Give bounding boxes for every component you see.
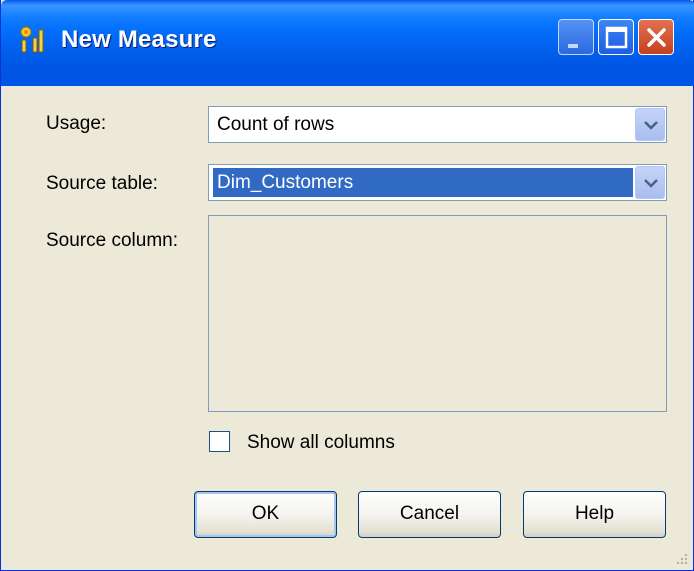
source-table-dropdown-button[interactable] bbox=[635, 166, 665, 199]
minimize-button[interactable] bbox=[558, 19, 594, 55]
usage-combo[interactable]: Count of rows bbox=[208, 106, 667, 143]
measure-app-icon bbox=[19, 24, 51, 54]
usage-label: Usage: bbox=[46, 113, 107, 134]
new-measure-dialog: New Measure Usage: Count of rows Source … bbox=[0, 0, 694, 571]
usage-value: Count of rows bbox=[217, 114, 335, 135]
source-table-label: Source table: bbox=[46, 173, 158, 194]
close-button[interactable] bbox=[638, 19, 674, 55]
source-table-combo[interactable]: Dim_Customers bbox=[208, 164, 667, 201]
show-all-columns-label[interactable]: Show all columns bbox=[247, 432, 395, 454]
maximize-icon bbox=[605, 26, 628, 49]
title-bar[interactable]: New Measure bbox=[1, 0, 694, 86]
maximize-button[interactable] bbox=[598, 19, 634, 55]
usage-dropdown-button[interactable] bbox=[635, 108, 665, 141]
source-column-list[interactable] bbox=[208, 215, 667, 412]
chevron-down-icon bbox=[644, 179, 658, 188]
source-column-label: Source column: bbox=[46, 230, 179, 251]
chevron-down-icon bbox=[644, 121, 658, 130]
show-all-columns-checkbox[interactable] bbox=[209, 431, 230, 452]
source-table-value: Dim_Customers bbox=[213, 168, 633, 197]
minimize-icon bbox=[568, 44, 578, 48]
cancel-button[interactable]: Cancel bbox=[358, 491, 501, 538]
close-icon bbox=[647, 28, 666, 47]
ok-button[interactable]: OK bbox=[194, 491, 337, 538]
resize-grip-icon[interactable] bbox=[675, 552, 689, 566]
help-button[interactable]: Help bbox=[523, 491, 666, 538]
window-title: New Measure bbox=[61, 26, 217, 53]
